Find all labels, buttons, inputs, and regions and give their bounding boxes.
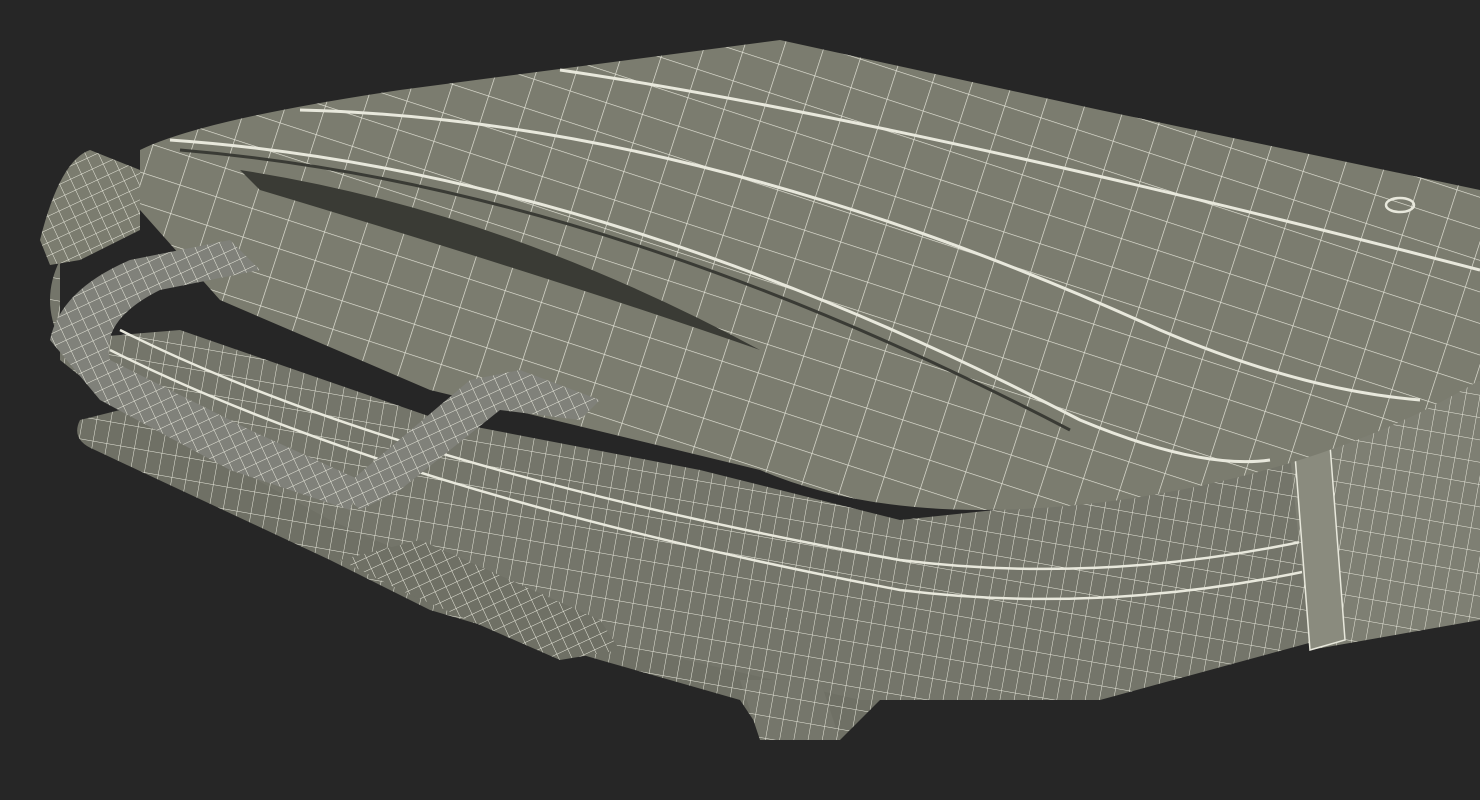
bag-left-end	[40, 150, 140, 265]
render-viewport	[0, 0, 1480, 800]
wireframe-render	[40, 40, 1480, 740]
